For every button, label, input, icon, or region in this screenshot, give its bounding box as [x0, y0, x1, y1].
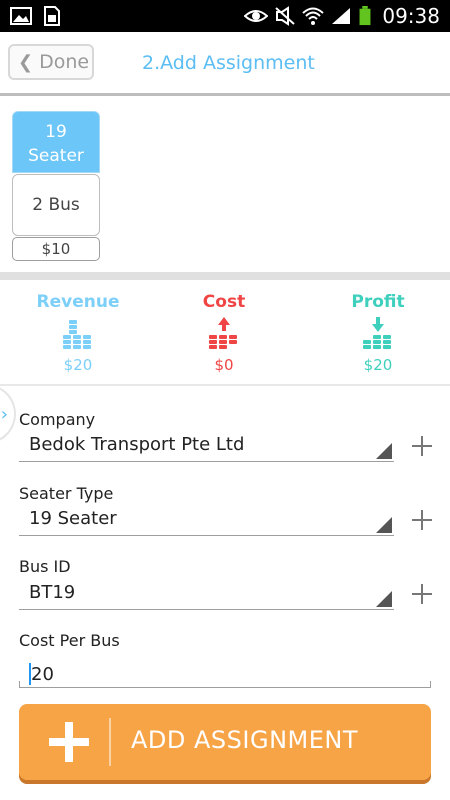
wifi-icon	[302, 7, 325, 25]
image-icon	[10, 7, 32, 25]
company-label: Company	[19, 410, 96, 429]
done-button[interactable]: ❮ Done	[8, 44, 94, 80]
eye-icon	[244, 10, 269, 22]
price-badge: $10	[12, 237, 100, 261]
cost-summary: Cost $0	[164, 292, 284, 374]
cost-per-bus-input[interactable]: 20	[19, 660, 431, 688]
add-seater-type-button[interactable]	[412, 510, 432, 530]
side-drawer-handle[interactable]: ›	[0, 384, 16, 444]
plus-icon	[49, 722, 89, 762]
status-bar: 09:38	[0, 0, 450, 32]
bus-id-select[interactable]: BT19	[19, 580, 394, 610]
bus-count-card[interactable]: 2 Bus	[12, 174, 100, 236]
section-divider	[0, 272, 450, 280]
profit-summary: Profit $20	[318, 292, 438, 374]
dropdown-corner-icon	[376, 443, 392, 459]
seater-number: 19	[45, 122, 67, 142]
price-value: $10	[41, 240, 71, 258]
silent-icon	[275, 6, 296, 26]
seater-type-value: 19 Seater	[29, 508, 117, 529]
cost-label: Cost	[202, 292, 246, 312]
revenue-summary: Revenue $20	[18, 292, 138, 374]
signal-icon	[332, 8, 351, 24]
seater-card[interactable]: 19 Seater	[12, 111, 100, 173]
done-button-label: Done	[39, 51, 90, 73]
coins-stack-icon	[63, 320, 91, 349]
add-bus-id-button[interactable]	[412, 584, 432, 604]
seater-type-select[interactable]: 19 Seater	[19, 506, 394, 536]
button-separator	[109, 718, 111, 766]
chevron-right-icon: ›	[0, 403, 8, 425]
cost-value: $0	[214, 356, 234, 374]
dropdown-corner-icon	[376, 591, 392, 607]
cost-per-bus-label: Cost Per Bus	[19, 631, 120, 650]
battery-icon	[359, 6, 371, 26]
page-title: 2.Add Assignment	[142, 52, 315, 74]
company-select[interactable]: Bedok Transport Pte Ltd	[19, 432, 394, 462]
seater-label: Seater	[28, 146, 84, 166]
dropdown-corner-icon	[376, 517, 392, 533]
add-assignment-label: ADD ASSIGNMENT	[131, 726, 359, 754]
revenue-label: Revenue	[36, 292, 120, 312]
summary-divider	[0, 384, 450, 386]
add-assignment-button[interactable]: ADD ASSIGNMENT	[19, 704, 431, 780]
cost-per-bus-value: 20	[31, 664, 54, 685]
bus-count: 2 Bus	[32, 195, 80, 215]
revenue-value: $20	[63, 356, 93, 374]
chevron-left-icon: ❮	[18, 51, 34, 73]
bus-id-value: BT19	[29, 582, 76, 603]
coins-up-arrow-icon	[209, 317, 237, 349]
summary-panel: Revenue $20 Cost $0 Profit $20	[0, 280, 450, 384]
add-company-button[interactable]	[412, 436, 432, 456]
coins-down-arrow-icon	[363, 317, 391, 349]
profit-value: $20	[363, 356, 393, 374]
sim-card-icon	[44, 6, 60, 26]
seater-type-label: Seater Type	[19, 484, 114, 503]
clock: 09:38	[382, 4, 440, 28]
profit-label: Profit	[351, 292, 405, 312]
company-value: Bedok Transport Pte Ltd	[29, 434, 245, 455]
bus-id-label: Bus ID	[19, 557, 71, 576]
header: ❮ Done 2.Add Assignment	[0, 32, 450, 96]
